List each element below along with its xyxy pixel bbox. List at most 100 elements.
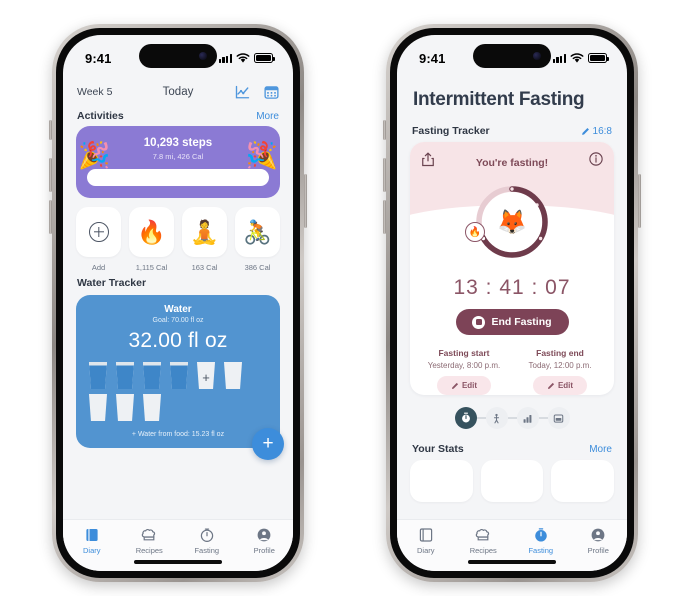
tab-profile[interactable]: Profile [236,527,294,555]
stage-dot-window[interactable] [547,407,570,429]
water-card-title: Water [164,304,192,315]
water-glass-filled[interactable] [114,362,136,389]
timer-icon [200,528,213,542]
activity-tiles: Add 🔥 1,115 Cal 🧘 163 Cal 🚴 386 Cal [63,198,293,272]
stage-dot-person[interactable] [485,407,508,429]
silent-switch[interactable] [49,120,52,140]
tab-profile[interactable]: Profile [570,527,628,555]
page-title: Intermittent Fasting [413,89,585,110]
tab-recipes[interactable]: Recipes [121,527,179,555]
fasting-plan-selector[interactable]: 16:8 [581,126,612,137]
volume-down-button[interactable] [383,200,386,234]
water-glass-empty[interactable] [141,394,163,421]
tab-diary[interactable]: Diary [397,527,455,555]
silent-switch[interactable] [383,120,386,140]
tile-face[interactable] [76,207,121,257]
calendar-icon[interactable] [264,85,279,100]
water-amount: 32.00 fl oz [128,329,228,352]
fasting-end-value: Today, 12:00 p.m. [528,361,592,370]
section-title-water: Water Tracker [77,277,147,289]
section-title-your-stats: Your Stats [412,443,464,455]
cellular-bars-icon [218,53,232,63]
line-chart-icon[interactable] [235,85,250,100]
power-button[interactable] [304,174,307,228]
right-screen: 9:41 Intermittent Fasting Fasting Tracke [397,35,627,571]
edit-fasting-end-button[interactable]: Edit [533,376,587,395]
tab-diary[interactable]: Diary [63,527,121,555]
volume-down-button[interactable] [49,200,52,234]
steps-card[interactable]: 🎉 🎉 10,293 steps 7.8 mi, 426 Cal [76,126,280,198]
person-circle-icon [257,528,271,542]
edit-fasting-start-button[interactable]: Edit [437,376,491,395]
volume-up-button[interactable] [383,158,386,192]
steps-progress-bar [87,169,269,186]
tab-label: Fasting [194,546,220,555]
status-indicators [552,47,609,64]
fasting-end-block: Fasting end Today, 12:00 p.m. Edit [512,348,608,395]
tile-face[interactable]: 🔥 [129,207,174,257]
stage-connector [507,417,517,419]
stop-icon [472,315,486,329]
stat-card[interactable] [410,460,473,502]
tile-label: Add [91,263,106,272]
tab-fasting[interactable]: Fasting [178,527,236,555]
mascot-avatar: 🦊 [482,192,542,252]
tab-recipes[interactable]: Recipes [455,527,513,555]
wifi-icon [236,52,250,63]
fasting-card-top: You're fasting! 🦊 🔥 [410,142,614,258]
tab-label: Diary [82,546,101,555]
stage-dot-timer[interactable] [454,407,477,429]
party-popper-icon: 🎉 [78,140,111,170]
plus-icon: + [262,433,274,454]
tab-fasting[interactable]: Fasting [512,527,570,555]
stats-more-link[interactable]: More [589,444,612,455]
activity-tile-yoga[interactable]: 🧘 163 Cal [182,207,227,272]
fasting-progress-ring: 🦊 🔥 [465,184,550,260]
water-tracker-card[interactable]: Water Goal: 70.00 fl oz 32.00 fl oz + Wa… [76,295,284,460]
stage-connector [538,417,548,419]
activity-tile-calories[interactable]: 🔥 1,115 Cal [129,207,174,272]
pencil-icon [547,382,555,389]
fasting-start-value: Yesterday, 8:00 p.m. [427,361,501,370]
home-indicator[interactable] [134,560,222,564]
power-button[interactable] [638,174,641,228]
share-icon[interactable] [421,152,435,167]
tile-face[interactable]: 🧘 [182,207,227,257]
week-label[interactable]: Week 5 [77,86,112,98]
date-label[interactable]: Today [163,86,194,98]
activity-tile-cycling[interactable]: 🚴 386 Cal [235,207,280,272]
steps-subtitle: 7.8 mi, 426 Cal [152,152,204,161]
tab-label: Recipes [135,546,163,555]
add-entry-fab[interactable]: + [252,428,284,460]
home-indicator[interactable] [468,560,556,564]
end-fasting-label: End Fasting [491,316,552,328]
stage-connector [476,417,486,419]
tile-face[interactable]: 🚴 [235,207,280,257]
water-glass-filled[interactable] [168,362,190,389]
fox-face-icon: 🦊 [497,208,527,236]
activities-more-link[interactable]: More [256,111,279,122]
volume-up-button[interactable] [49,158,52,192]
chef-hat-icon [475,528,490,541]
info-circle-icon[interactable] [589,152,603,166]
water-glass-empty[interactable] [87,394,109,421]
stage-dot-chart[interactable] [516,407,539,429]
water-glass-empty[interactable] [222,362,244,389]
end-fasting-button[interactable]: End Fasting [455,309,569,335]
person-icon [493,413,500,423]
steps-value: 10,293 steps [143,137,213,149]
person-circle-icon [591,528,605,542]
left-status-bar: 9:41 [63,35,293,75]
wifi-icon [570,52,584,63]
status-indicators [218,47,275,64]
stat-card[interactable] [480,460,544,502]
water-glass-filled[interactable] [141,362,163,389]
water-glass-empty[interactable] [114,394,136,421]
water-glass-filled[interactable] [87,362,109,389]
battery-full-icon [588,53,609,63]
activity-tile-add[interactable]: Add [76,207,121,272]
stat-card[interactable] [551,460,615,502]
fasting-status-text: You're fasting! [475,157,549,169]
water-glass-add[interactable] [195,362,217,389]
tab-label: Fasting [528,546,554,555]
